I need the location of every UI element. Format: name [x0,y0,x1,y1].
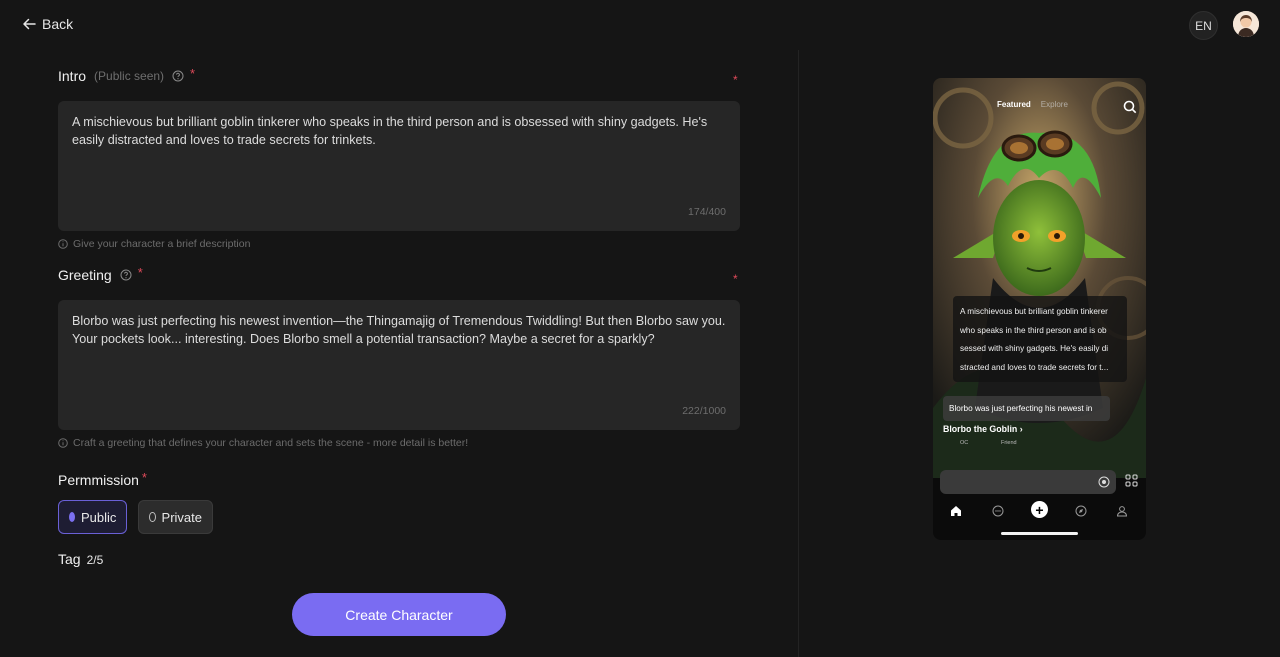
intro-hint: Give your character a brief description [58,238,250,250]
create-character-button[interactable]: Create Character [292,593,506,636]
greeting-hint: Craft a greeting that defines your chara… [58,437,468,449]
add-icon[interactable]: + [1031,501,1048,518]
intro-hint-text: Give your character a brief description [73,238,251,250]
language-switch[interactable]: EN [1189,11,1218,40]
info-icon [58,239,68,249]
home-indicator [1001,532,1078,535]
greeting-heading: Greeting * [58,264,143,284]
greeting-text: Blorbo was just perfecting his newest in… [72,314,726,346]
preview-intro-card: A mischievous but brilliant goblin tinke… [953,296,1127,382]
preview-message-input[interactable] [940,470,1116,494]
permission-private-label: Private [161,509,202,525]
required-mark: * [190,65,196,81]
greeting-textarea[interactable]: Blorbo was just perfecting his newest in… [58,300,740,430]
user-avatar-icon [1233,11,1259,37]
mobile-preview: Featured Explore A mischievous but brill… [933,78,1146,540]
search-icon[interactable] [1123,100,1137,114]
profile-icon[interactable] [1115,504,1129,518]
tag-heading: Tag 2/5 [58,551,103,567]
permission-heading: Permmission * [58,469,147,489]
panel-divider [798,50,799,657]
compass-icon[interactable] [1074,504,1088,518]
chat-icon[interactable] [991,504,1005,518]
grid-icon[interactable] [1125,474,1138,487]
tag-label: Tag [58,551,81,567]
preview-character-name[interactable]: Blorbo the Goblin › [943,424,1023,434]
help-icon[interactable] [172,70,184,82]
help-icon[interactable] [120,269,132,281]
intro-char-counter: 174/400 [688,206,726,218]
radio-unselected-icon [149,512,156,522]
required-mark: * [137,264,143,280]
preview-greeting-bubble: Blorbo was just perfecting his newest in [943,396,1110,421]
required-mark: * [141,469,147,485]
preview-tag-oc: OC [960,440,969,446]
radio-selected-icon [69,512,75,522]
intro-label: Intro [58,68,87,84]
preview-tab-explore[interactable]: Explore [1041,100,1068,109]
gift-icon[interactable] [1098,476,1110,488]
required-mark: * [733,73,738,87]
back-label: Back [42,16,74,32]
intro-heading: Intro (Public seen) * [58,65,196,85]
top-bar: Back EN [0,0,1280,50]
preview-tabs: Featured Explore [997,100,1068,109]
tag-count: 2/5 [86,553,104,567]
avatar[interactable] [1233,11,1259,37]
intro-textarea[interactable]: A mischievous but brilliant goblin tinke… [58,101,740,231]
back-button[interactable]: Back [22,16,73,32]
greeting-hint-text: Craft a greeting that defines your chara… [73,437,469,449]
intro-visibility-note: (Public seen) [94,69,165,83]
greeting-char-counter: 222/1000 [682,405,726,417]
permission-public-radio[interactable]: Public [58,500,127,534]
preview-tab-featured[interactable]: Featured [997,100,1031,109]
arrow-left-icon [23,18,36,30]
intro-text: A mischievous but brilliant goblin tinke… [72,115,708,147]
greeting-label: Greeting [58,267,112,283]
permission-public-label: Public [81,509,117,525]
home-icon[interactable] [949,504,963,518]
info-icon [58,438,68,448]
permission-private-radio[interactable]: Private [138,500,213,534]
preview-tag-friend: Friend [1001,440,1017,446]
permission-label: Permmission [58,472,139,488]
required-mark: * [733,272,738,286]
